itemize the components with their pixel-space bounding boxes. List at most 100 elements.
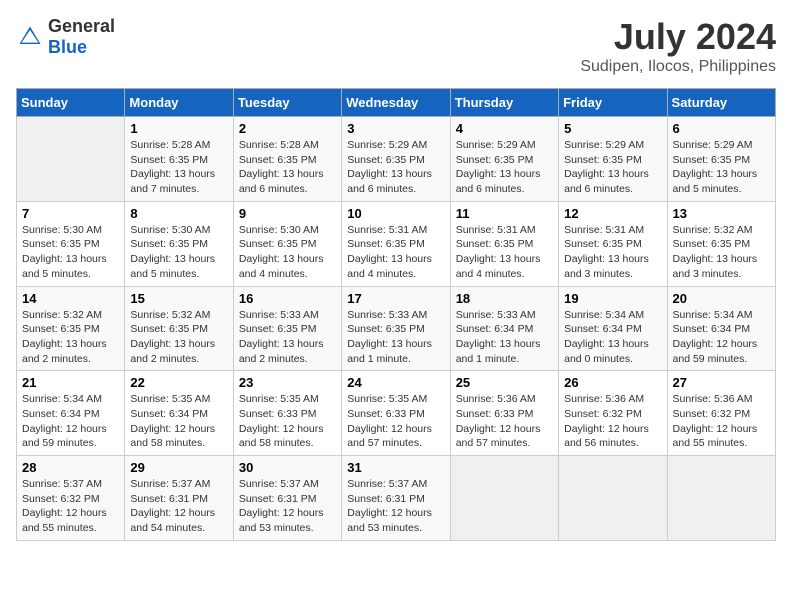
title-block: July 2024 Sudipen, Ilocos, Philippines bbox=[580, 16, 776, 76]
day-info: Sunrise: 5:31 AMSunset: 6:35 PMDaylight:… bbox=[564, 223, 661, 282]
day-number: 20 bbox=[673, 291, 770, 306]
day-number: 22 bbox=[130, 375, 227, 390]
day-info: Sunrise: 5:32 AMSunset: 6:35 PMDaylight:… bbox=[22, 308, 119, 367]
day-cell: 15 Sunrise: 5:32 AMSunset: 6:35 PMDayligh… bbox=[125, 286, 233, 371]
day-info: Sunrise: 5:28 AMSunset: 6:35 PMDaylight:… bbox=[130, 138, 227, 197]
day-number: 26 bbox=[564, 375, 661, 390]
calendar-location: Sudipen, Ilocos, Philippines bbox=[580, 58, 776, 76]
day-number: 30 bbox=[239, 460, 336, 475]
day-info: Sunrise: 5:37 AMSunset: 6:31 PMDaylight:… bbox=[130, 477, 227, 536]
day-info: Sunrise: 5:36 AMSunset: 6:32 PMDaylight:… bbox=[673, 392, 770, 451]
day-cell: 30Sunrise: 5:37 AMSunset: 6:31 PMDayligh… bbox=[233, 456, 341, 541]
calendar-table: SundayMondayTuesdayWednesdayThursdayFrid… bbox=[16, 88, 776, 541]
week-row-2: 7Sunrise: 5:30 AMSunset: 6:35 PMDaylight… bbox=[17, 201, 776, 286]
week-row-3: 14 Sunrise: 5:32 AMSunset: 6:35 PMDayligh… bbox=[17, 286, 776, 371]
day-number: 12 bbox=[564, 206, 661, 221]
header-cell-tuesday: Tuesday bbox=[233, 89, 341, 117]
day-info: Sunrise: 5:34 AMSunset: 6:34 PMDaylight:… bbox=[564, 308, 661, 367]
day-number: 14 bbox=[22, 291, 119, 306]
day-info: Sunrise: 5:29 AMSunset: 6:35 PMDaylight:… bbox=[456, 138, 553, 197]
header-row: SundayMondayTuesdayWednesdayThursdayFrid… bbox=[17, 89, 776, 117]
logo-icon bbox=[16, 23, 44, 51]
day-number: 13 bbox=[673, 206, 770, 221]
day-cell: 20 Sunrise: 5:34 AMSunset: 6:34 PMDayligh… bbox=[667, 286, 775, 371]
day-info: Sunrise: 5:34 AMSunset: 6:34 PMDaylight:… bbox=[22, 392, 119, 451]
day-cell: 3 Sunrise: 5:29 AMSunset: 6:35 PMDaylight… bbox=[342, 117, 450, 202]
day-info: Sunrise: 5:31 AMSunset: 6:35 PMDaylight:… bbox=[347, 223, 444, 282]
header-cell-friday: Friday bbox=[559, 89, 667, 117]
day-info: Sunrise: 5:33 AMSunset: 6:35 PMDaylight:… bbox=[239, 308, 336, 367]
day-info: Sunrise: 5:30 AMSunset: 6:35 PMDaylight:… bbox=[22, 223, 119, 282]
day-info: Sunrise: 5:34 AMSunset: 6:34 PMDaylight:… bbox=[673, 308, 770, 367]
day-cell: 22Sunrise: 5:35 AMSunset: 6:34 PMDayligh… bbox=[125, 371, 233, 456]
day-info: Sunrise: 5:29 AMSunset: 6:35 PMDaylight:… bbox=[673, 138, 770, 197]
day-cell: 31 Sunrise: 5:37 AMSunset: 6:31 PMDayligh… bbox=[342, 456, 450, 541]
day-cell: 29 Sunrise: 5:37 AMSunset: 6:31 PMDayligh… bbox=[125, 456, 233, 541]
day-number: 29 bbox=[130, 460, 227, 475]
day-cell: 17 Sunrise: 5:33 AMSunset: 6:35 PMDayligh… bbox=[342, 286, 450, 371]
day-cell bbox=[450, 456, 558, 541]
day-number: 15 bbox=[130, 291, 227, 306]
day-cell: 11 Sunrise: 5:31 AMSunset: 6:35 PMDayligh… bbox=[450, 201, 558, 286]
day-cell: 14 Sunrise: 5:32 AMSunset: 6:35 PMDayligh… bbox=[17, 286, 125, 371]
day-cell: 24Sunrise: 5:35 AMSunset: 6:33 PMDayligh… bbox=[342, 371, 450, 456]
logo-general-text: General bbox=[48, 16, 115, 36]
day-cell: 26 Sunrise: 5:36 AMSunset: 6:32 PMDayligh… bbox=[559, 371, 667, 456]
day-cell: 5Sunrise: 5:29 AMSunset: 6:35 PMDaylight… bbox=[559, 117, 667, 202]
day-cell: 16 Sunrise: 5:33 AMSunset: 6:35 PMDayligh… bbox=[233, 286, 341, 371]
day-cell: 12 Sunrise: 5:31 AMSunset: 6:35 PMDayligh… bbox=[559, 201, 667, 286]
day-number: 11 bbox=[456, 206, 553, 221]
day-cell: 7Sunrise: 5:30 AMSunset: 6:35 PMDaylight… bbox=[17, 201, 125, 286]
day-cell: 21 Sunrise: 5:34 AMSunset: 6:34 PMDayligh… bbox=[17, 371, 125, 456]
day-cell: 28Sunrise: 5:37 AMSunset: 6:32 PMDayligh… bbox=[17, 456, 125, 541]
day-number: 31 bbox=[347, 460, 444, 475]
day-info: Sunrise: 5:30 AMSunset: 6:35 PMDaylight:… bbox=[239, 223, 336, 282]
day-info: Sunrise: 5:32 AMSunset: 6:35 PMDaylight:… bbox=[673, 223, 770, 282]
day-info: Sunrise: 5:33 AMSunset: 6:35 PMDaylight:… bbox=[347, 308, 444, 367]
day-info: Sunrise: 5:32 AMSunset: 6:35 PMDaylight:… bbox=[130, 308, 227, 367]
day-number: 1 bbox=[130, 121, 227, 136]
day-number: 10 bbox=[347, 206, 444, 221]
day-cell: 1 Sunrise: 5:28 AMSunset: 6:35 PMDaylight… bbox=[125, 117, 233, 202]
day-number: 3 bbox=[347, 121, 444, 136]
header-cell-sunday: Sunday bbox=[17, 89, 125, 117]
day-number: 23 bbox=[239, 375, 336, 390]
day-info: Sunrise: 5:30 AMSunset: 6:35 PMDaylight:… bbox=[130, 223, 227, 282]
day-number: 9 bbox=[239, 206, 336, 221]
day-number: 16 bbox=[239, 291, 336, 306]
page-header: General Blue July 2024 Sudipen, Ilocos, … bbox=[16, 16, 776, 76]
day-number: 8 bbox=[130, 206, 227, 221]
week-row-1: 1 Sunrise: 5:28 AMSunset: 6:35 PMDaylight… bbox=[17, 117, 776, 202]
day-cell: 19 Sunrise: 5:34 AMSunset: 6:34 PMDayligh… bbox=[559, 286, 667, 371]
day-number: 2 bbox=[239, 121, 336, 136]
day-info: Sunrise: 5:31 AMSunset: 6:35 PMDaylight:… bbox=[456, 223, 553, 282]
day-info: Sunrise: 5:37 AMSunset: 6:31 PMDaylight:… bbox=[347, 477, 444, 536]
day-number: 5 bbox=[564, 121, 661, 136]
day-cell: 2 Sunrise: 5:28 AMSunset: 6:35 PMDaylight… bbox=[233, 117, 341, 202]
day-info: Sunrise: 5:36 AMSunset: 6:32 PMDaylight:… bbox=[564, 392, 661, 451]
day-cell: 8 Sunrise: 5:30 AMSunset: 6:35 PMDaylight… bbox=[125, 201, 233, 286]
day-info: Sunrise: 5:29 AMSunset: 6:35 PMDaylight:… bbox=[347, 138, 444, 197]
day-info: Sunrise: 5:36 AMSunset: 6:33 PMDaylight:… bbox=[456, 392, 553, 451]
day-number: 28 bbox=[22, 460, 119, 475]
header-cell-saturday: Saturday bbox=[667, 89, 775, 117]
day-cell: 6Sunrise: 5:29 AMSunset: 6:35 PMDaylight… bbox=[667, 117, 775, 202]
day-cell bbox=[667, 456, 775, 541]
day-number: 24 bbox=[347, 375, 444, 390]
day-cell: 27Sunrise: 5:36 AMSunset: 6:32 PMDayligh… bbox=[667, 371, 775, 456]
day-number: 21 bbox=[22, 375, 119, 390]
day-info: Sunrise: 5:35 AMSunset: 6:33 PMDaylight:… bbox=[239, 392, 336, 451]
day-number: 17 bbox=[347, 291, 444, 306]
day-cell: 23 Sunrise: 5:35 AMSunset: 6:33 PMDayligh… bbox=[233, 371, 341, 456]
day-cell: 9 Sunrise: 5:30 AMSunset: 6:35 PMDaylight… bbox=[233, 201, 341, 286]
day-number: 25 bbox=[456, 375, 553, 390]
day-number: 4 bbox=[456, 121, 553, 136]
header-cell-monday: Monday bbox=[125, 89, 233, 117]
day-info: Sunrise: 5:28 AMSunset: 6:35 PMDaylight:… bbox=[239, 138, 336, 197]
day-cell: 13 Sunrise: 5:32 AMSunset: 6:35 PMDayligh… bbox=[667, 201, 775, 286]
day-cell: 10 Sunrise: 5:31 AMSunset: 6:35 PMDayligh… bbox=[342, 201, 450, 286]
day-number: 19 bbox=[564, 291, 661, 306]
day-cell: 4 Sunrise: 5:29 AMSunset: 6:35 PMDaylight… bbox=[450, 117, 558, 202]
week-row-4: 21 Sunrise: 5:34 AMSunset: 6:34 PMDayligh… bbox=[17, 371, 776, 456]
day-cell: 18Sunrise: 5:33 AMSunset: 6:34 PMDayligh… bbox=[450, 286, 558, 371]
